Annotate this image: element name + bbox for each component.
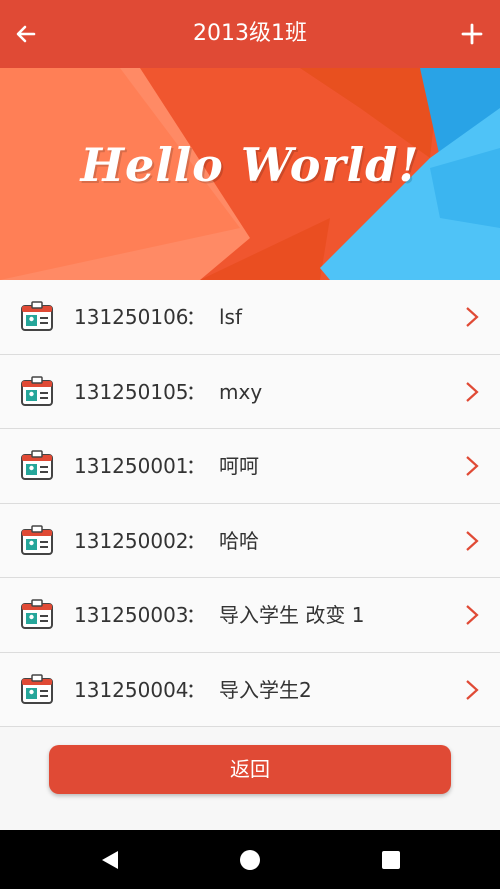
list-item[interactable]: 131250004 ： 导入学生2 (0, 652, 500, 727)
list-item[interactable]: 131250002 ： 哈哈 (0, 503, 500, 578)
separator: ： (186, 454, 206, 478)
separator: ： (186, 677, 206, 702)
id-card-icon (21, 301, 53, 331)
student-id: 131250105 (74, 379, 189, 404)
system-nav-bar (0, 830, 500, 889)
separator: ： (186, 603, 206, 627)
student-id: 131250004 (74, 677, 189, 702)
student-name: 导入学生2 (219, 677, 312, 702)
student-id: 131250001 (74, 454, 189, 478)
square-recents-icon[interactable] (379, 848, 403, 872)
page-title: 2013级1班 (193, 21, 307, 46)
separator: ： (186, 379, 206, 404)
list-item[interactable]: 131250001 ： 呵呵 (0, 429, 500, 504)
student-name: mxy (219, 379, 263, 404)
separator: ： (186, 528, 206, 553)
student-name: 导入学生 改变 1 (219, 603, 365, 627)
list-item[interactable]: 131250106 ： lsf (0, 280, 500, 355)
id-card-icon (21, 673, 53, 704)
student-name: lsf (219, 305, 243, 329)
return-button[interactable]: 返回 (49, 745, 451, 794)
separator: ： (186, 305, 206, 329)
chevron-right-icon (466, 679, 479, 700)
id-card-icon (21, 450, 53, 480)
chevron-right-icon (466, 381, 479, 402)
student-id: 131250002 (74, 528, 189, 553)
student-name: 呵呵 (219, 454, 259, 478)
student-list: 131250106 ： lsf 131250105 ： mxy 13125000… (0, 280, 500, 727)
circle-home-icon[interactable] (238, 848, 262, 872)
id-card-icon (21, 599, 53, 629)
header-banner: Hello World! (0, 68, 500, 280)
plus-icon[interactable] (458, 20, 486, 48)
id-card-icon (21, 524, 53, 555)
triangle-back-icon[interactable] (98, 848, 122, 872)
list-item[interactable]: 131250003 ： 导入学生 改变 1 (0, 578, 500, 653)
banner-title: Hello World! (80, 138, 420, 192)
list-item[interactable]: 131250105 ： mxy (0, 354, 500, 429)
chevron-right-icon (466, 530, 479, 551)
chevron-right-icon (466, 605, 479, 625)
student-id: 131250106 (74, 305, 189, 329)
app-bar: 2013级1班 (0, 0, 500, 68)
chevron-right-icon (466, 456, 479, 476)
id-card-icon (21, 375, 53, 406)
student-id: 131250003 (74, 603, 189, 627)
student-name: 哈哈 (219, 528, 259, 553)
chevron-right-icon (466, 307, 479, 327)
